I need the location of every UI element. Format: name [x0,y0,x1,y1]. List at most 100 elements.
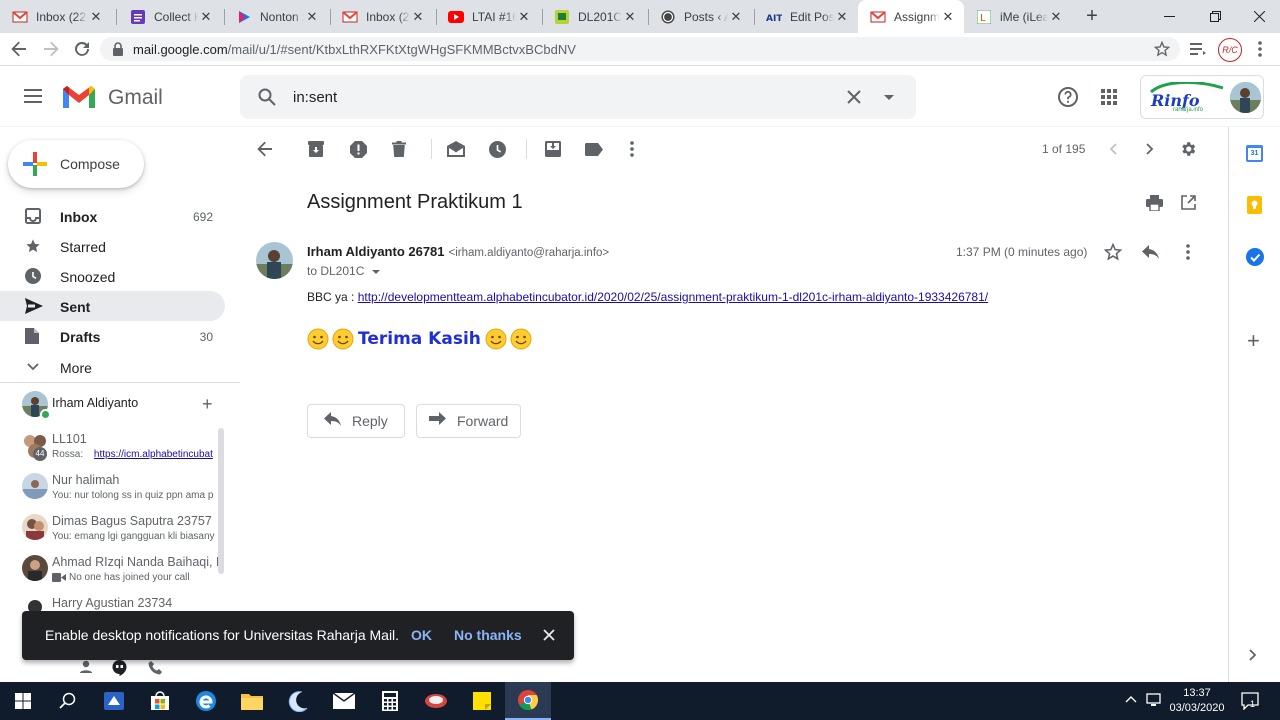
star-message-icon[interactable] [1104,243,1122,261]
recipient-line[interactable]: to DL201C [307,264,380,278]
hangouts-user-name[interactable]: Irham Aldiyanto [52,396,138,410]
main-menu-icon[interactable] [24,89,42,103]
show-details-icon[interactable] [371,269,380,274]
browser-tab[interactable]: AIT Edit Post ✕ [754,0,858,33]
browser-tab[interactable]: Collect K ✕ [118,0,222,33]
file-explorer-icon[interactable] [229,682,275,720]
sticky-notes-icon[interactable] [459,682,505,720]
hangouts-scrollbar[interactable] [218,428,224,574]
report-spam-icon[interactable] [348,139,368,159]
settings-icon[interactable] [1178,139,1198,159]
url-text[interactable]: mail.google.com/mail/u/1/#sent/KtbxLthRX… [133,42,576,57]
reload-icon[interactable] [73,40,91,58]
browser-tab[interactable]: Posts ‹ Al ✕ [648,0,752,33]
sender-avatar[interactable] [256,242,293,279]
app-icon[interactable] [413,682,459,720]
older-icon[interactable] [1140,139,1160,159]
search-icon[interactable] [258,88,276,106]
close-tab-icon[interactable]: ✕ [728,9,744,25]
add-chat-icon[interactable]: + [202,395,213,413]
person-icon[interactable] [79,660,93,674]
mark-unread-icon[interactable] [446,139,466,159]
list-item[interactable]: 44 LL101 Rossa: https://icm.alphabetincu… [0,427,225,467]
newer-icon[interactable] [1103,139,1123,159]
chrome-icon[interactable] [505,682,551,720]
more-menu-icon[interactable] [1258,41,1262,57]
windows-start-icon[interactable] [0,682,46,720]
search-input[interactable]: in:sent [293,89,337,106]
close-icon[interactable] [540,626,558,644]
eclipse-icon[interactable] [275,682,321,720]
app-icon[interactable] [91,682,137,720]
move-to-icon[interactable] [543,139,563,159]
close-tab-icon[interactable]: ✕ [198,9,214,25]
print-icon[interactable] [1146,195,1163,211]
nav-item-starred[interactable]: Starred [0,231,225,261]
compose-button[interactable]: Compose [8,140,144,188]
bookmark-star-icon[interactable] [1154,41,1170,57]
reply-icon[interactable] [1142,245,1159,259]
restore-icon[interactable] [1192,0,1238,33]
delete-icon[interactable] [389,139,409,159]
reading-list-icon[interactable] [1190,42,1206,56]
close-window-icon[interactable] [1238,0,1280,33]
nav-item-snoozed[interactable]: Snoozed [0,261,225,291]
expand-panel-icon[interactable] [1249,649,1257,661]
back-icon[interactable] [10,40,28,58]
nav-item-more[interactable]: More [0,352,225,382]
taskbar-clock[interactable]: 13:37 03/03/2020 [1165,686,1229,716]
nav-item-sent[interactable]: Sent [0,291,225,321]
reply-button[interactable]: Reply [307,404,405,438]
browser-tab[interactable]: Nonton S ✕ [224,0,328,33]
add-addon-icon[interactable]: + [1247,330,1260,352]
close-tab-icon[interactable]: ✕ [1048,9,1064,25]
browser-tab[interactable]: Inbox (22 ✕ [330,0,434,33]
forward-icon[interactable] [42,40,60,58]
browser-tab[interactable]: LTAI #16 ✕ [436,0,540,33]
browser-tab-active[interactable]: Assignme ✕ [858,0,964,33]
apps-grid-icon[interactable] [1101,89,1117,105]
search-bar[interactable]: in:sent [240,75,916,119]
open-new-window-icon[interactable] [1181,195,1196,210]
action-center-icon[interactable]: 1 [1241,692,1259,710]
snooze-icon[interactable] [487,139,507,159]
calendar-icon[interactable]: 31 [1246,145,1263,162]
browser-tab[interactable]: Inbox (22 ✕ [0,0,112,33]
account-avatar[interactable] [1230,82,1261,113]
message-more-icon[interactable] [1186,244,1190,260]
account-brand-box[interactable]: Rinfo raharja.info [1140,75,1264,119]
minimize-icon[interactable] [1146,0,1192,33]
keep-icon[interactable] [1247,196,1262,214]
archive-icon[interactable] [306,139,326,159]
list-item[interactable]: Nur halimah You: nur tolong ss in quiz p… [0,468,225,508]
forward-button[interactable]: Forward [416,404,521,438]
close-tab-icon[interactable]: ✕ [622,9,638,25]
help-icon[interactable] [1058,87,1078,107]
gmail-logo-icon[interactable] [61,84,97,110]
close-tab-icon[interactable]: ✕ [834,9,850,25]
phone-icon[interactable] [148,661,162,675]
browser-tab[interactable]: DL201C - ✕ [542,0,646,33]
store-icon[interactable] [137,682,183,720]
search-options-icon[interactable] [884,95,894,100]
browser-tab[interactable]: L iMe (iLea ✕ [964,0,1072,33]
snackbar-no-thanks-button[interactable]: No thanks [454,627,522,643]
show-hidden-icons-icon[interactable] [1125,695,1137,703]
edge-icon[interactable] [183,682,229,720]
calculator-icon[interactable] [367,682,413,720]
close-tab-icon[interactable]: ✕ [88,9,104,25]
new-tab-icon[interactable]: + [1082,6,1102,26]
search-icon[interactable] [45,682,91,720]
preview-link[interactable]: https://icm.alphabetincubat [94,449,213,460]
close-tab-icon[interactable]: ✕ [304,9,320,25]
lock-icon[interactable] [112,42,124,56]
nav-item-drafts[interactable]: Drafts 30 [0,321,225,351]
mail-icon[interactable] [321,682,367,720]
hangouts-icon[interactable] [112,660,127,676]
snackbar-ok-button[interactable]: OK [411,627,432,643]
network-icon[interactable] [1146,693,1162,707]
list-item[interactable]: Dimas Bagus Saputra 23757 You: emang lgi… [0,509,225,549]
label-icon[interactable] [584,139,604,159]
back-to-list-icon[interactable] [255,139,275,159]
body-link[interactable]: http://developmentteam.alphabetincubator… [358,290,988,304]
